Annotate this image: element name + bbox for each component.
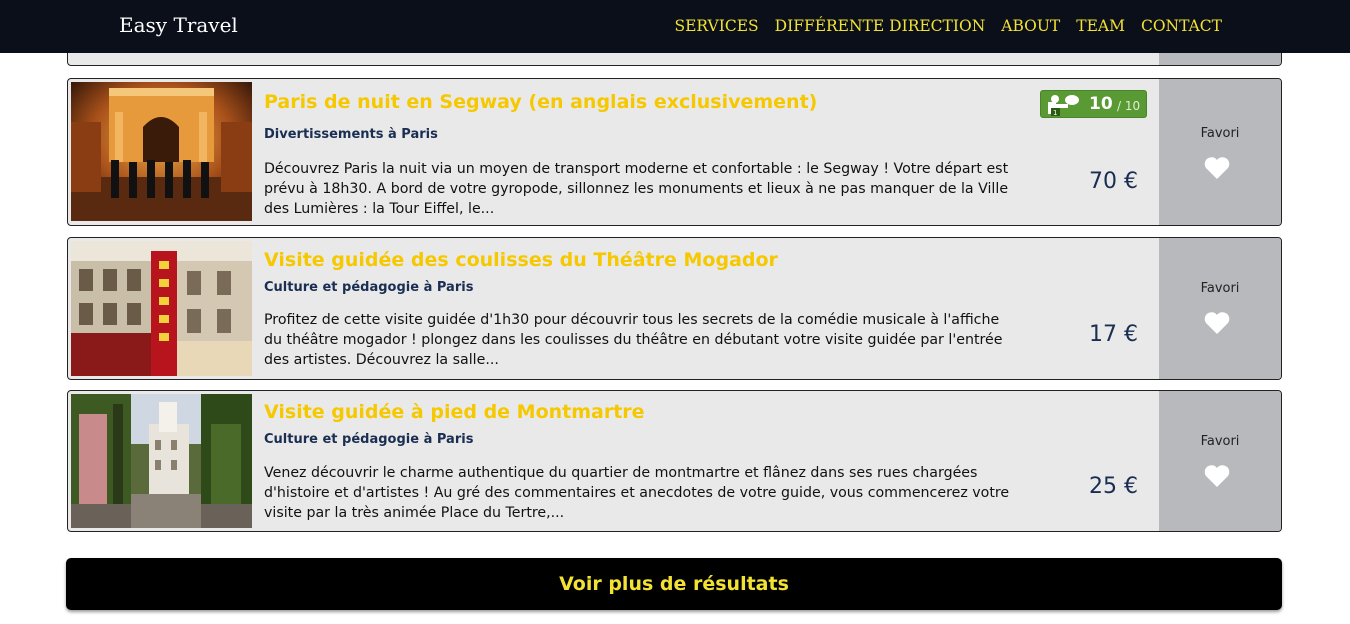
brand-logo[interactable]: Easy Travel — [119, 13, 238, 37]
result-card[interactable]: Paris de nuit en Segway (en anglais excl… — [67, 78, 1282, 226]
heart-icon[interactable] — [1203, 464, 1231, 488]
load-more-label: Voir plus de résultats — [559, 573, 789, 595]
top-navbar: Easy Travel SERVICES DIFFÉRENTE DIRECTIO… — [0, 0, 1350, 53]
svg-text:1: 1 — [1053, 109, 1057, 116]
heart-icon[interactable] — [1203, 311, 1231, 335]
theatre-mogador-photo[interactable] — [71, 241, 252, 376]
result-title[interactable]: Visite guidée à pied de Montmartre — [264, 401, 645, 423]
nav-link-services[interactable]: SERVICES — [674, 17, 758, 35]
result-description: Venez découvrir le charme authentique du… — [264, 465, 1010, 521]
result-category[interactable]: Divertissements à Paris — [264, 127, 438, 142]
result-title[interactable]: Paris de nuit en Segway (en anglais excl… — [264, 91, 817, 113]
nav-link-direction[interactable]: DIFFÉRENTE DIRECTION — [775, 17, 986, 35]
result-description: Découvrez Paris la nuit via un moyen de … — [264, 161, 1009, 217]
favorite-label: Favori — [1200, 126, 1240, 141]
favorite-label: Favori — [1200, 281, 1240, 296]
result-title[interactable]: Visite guidée des coulisses du Théâtre M… — [264, 249, 778, 271]
heart-icon[interactable] — [1203, 156, 1231, 180]
result-card[interactable]: Visite guidée à pied de Montmartre Cultu… — [67, 390, 1282, 532]
nav-menu: SERVICES DIFFÉRENTE DIRECTION ABOUT TEAM… — [674, 17, 1222, 35]
favorite-button[interactable]: Favori — [1159, 79, 1281, 225]
result-price: 25 € — [1089, 474, 1138, 499]
result-category[interactable]: Culture et pédagogie à Paris — [264, 432, 473, 447]
favorite-label: Favori — [1200, 434, 1240, 449]
rating-badge: 1 10 / 10 — [1040, 90, 1147, 118]
nav-link-contact[interactable]: CONTACT — [1141, 17, 1222, 35]
rating-score: 10 — [1089, 94, 1113, 114]
reviewer-icon: 1 — [1048, 95, 1079, 116]
load-more-button[interactable]: Voir plus de résultats — [66, 558, 1282, 610]
nav-link-about[interactable]: ABOUT — [1001, 17, 1060, 35]
rating-max: / 10 — [1117, 99, 1141, 113]
nav-link-team[interactable]: TEAM — [1076, 17, 1125, 35]
montmartre-street-photo[interactable] — [71, 394, 252, 528]
segway-night-photo[interactable] — [71, 82, 252, 221]
favorite-button[interactable]: Favori — [1159, 391, 1281, 531]
result-price: 70 € — [1089, 169, 1138, 194]
favorite-button[interactable]: Favori — [1159, 238, 1281, 379]
result-card[interactable]: Visite guidée des coulisses du Théâtre M… — [67, 237, 1282, 380]
result-price: 17 € — [1089, 322, 1138, 347]
result-category[interactable]: Culture et pédagogie à Paris — [264, 280, 473, 295]
result-description: Profitez de cette visite guidée d'1h30 p… — [264, 312, 1003, 368]
